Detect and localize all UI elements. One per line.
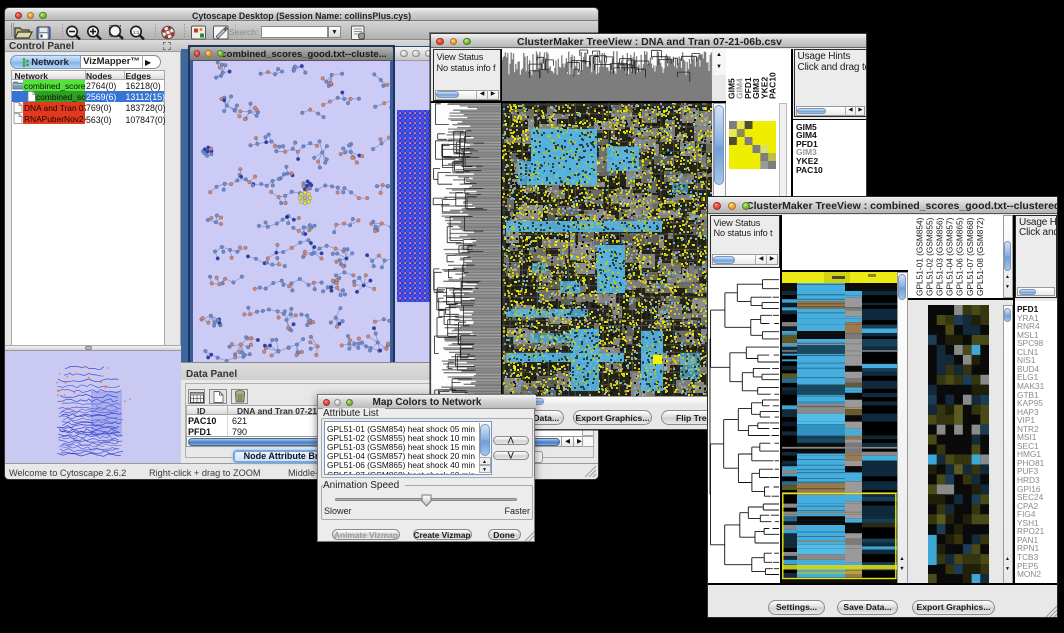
svg-text:GPL51-06 (GSM865): GPL51-06 (GSM865) — [954, 217, 964, 296]
svg-text:GPL51-03 (GSM856): GPL51-03 (GSM856) — [934, 217, 944, 296]
svg-text:PAC10: PAC10 — [768, 72, 778, 99]
svg-text:GPL51-07 (GSM868): GPL51-07 (GSM868) — [964, 217, 974, 296]
svg-text:GPL51-01 (GSM854): GPL51-01 (GSM854) — [914, 217, 924, 296]
svg-text:GPL51-08 (GSM872): GPL51-08 (GSM872) — [974, 217, 984, 296]
svg-text:GPL51-02 (GSM855): GPL51-02 (GSM855) — [924, 217, 934, 296]
svg-text:1:1: 1:1 — [133, 30, 140, 35]
svg-text:GPL51-04 (GSM857): GPL51-04 (GSM857) — [944, 217, 954, 296]
